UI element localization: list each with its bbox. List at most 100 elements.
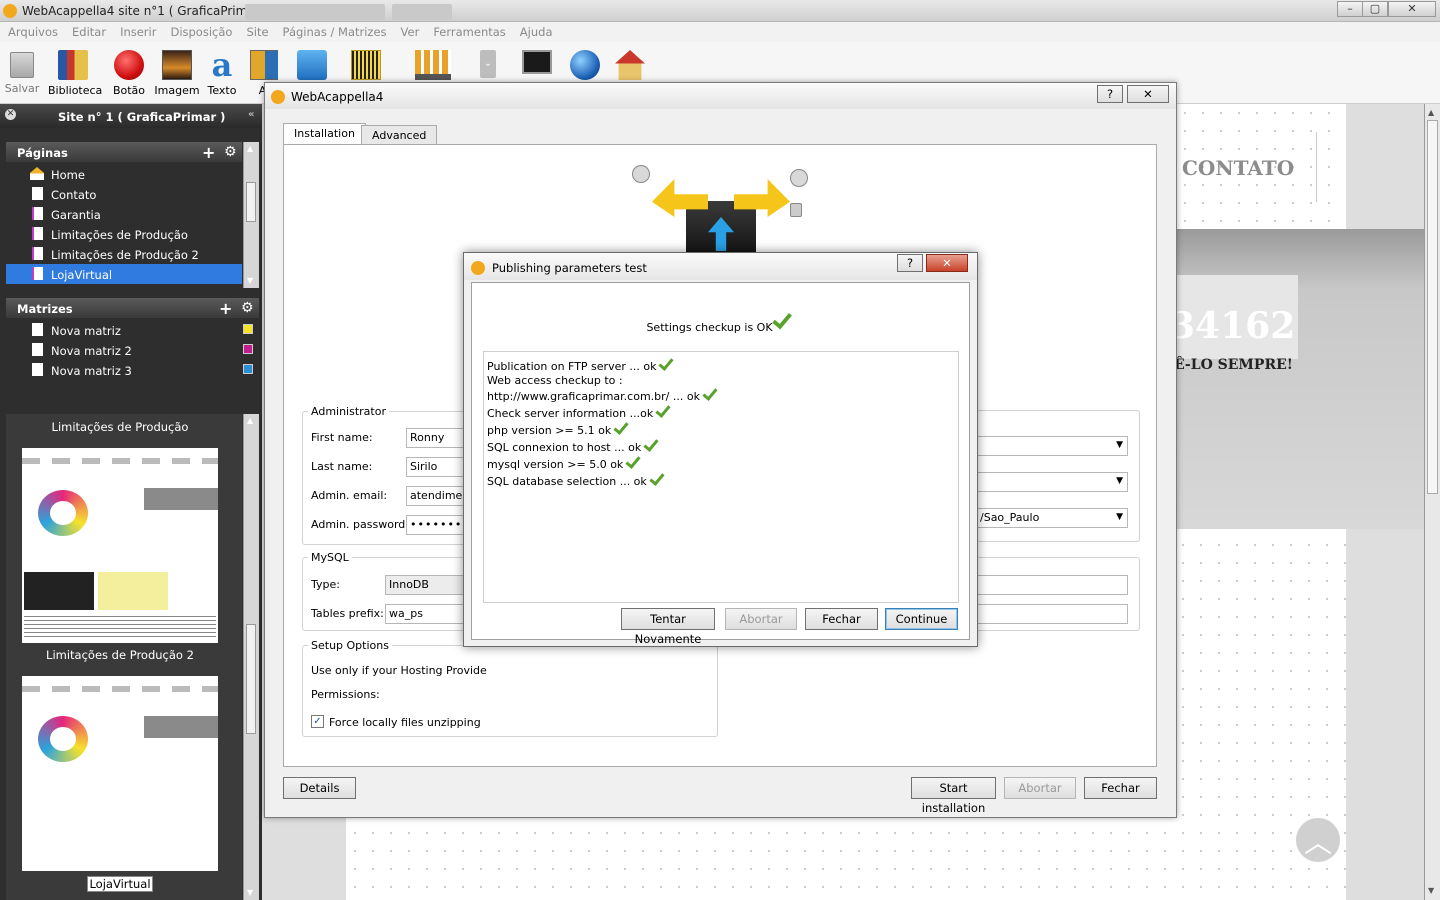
menu-paginas-matrizes[interactable]: Páginas / Matrizes — [275, 22, 393, 39]
tables-prefix-field[interactable]: wa_ps — [385, 604, 465, 624]
help-button[interactable]: ? — [897, 254, 923, 272]
help-button[interactable]: ? — [1097, 85, 1123, 103]
abort-button[interactable]: Abortar — [725, 608, 797, 630]
collapse-panel-icon[interactable]: « — [248, 109, 254, 120]
menu-site[interactable]: Site — [238, 22, 274, 39]
page-item-garantia[interactable]: Garantia — [6, 204, 242, 224]
scroll-thumb[interactable] — [1427, 120, 1438, 494]
app-logo-icon — [3, 4, 17, 18]
mysql-password-field[interactable] — [976, 604, 1128, 624]
start-installation-button[interactable]: Start installation — [911, 777, 996, 815]
thumb-banner — [144, 716, 218, 738]
retry-button[interactable]: Tentar Novamente — [621, 608, 715, 646]
inactive-tab[interactable] — [245, 4, 385, 20]
menu-ajuda[interactable]: Ajuda — [512, 22, 559, 39]
home-icon — [615, 50, 645, 80]
minimize-button[interactable]: – — [1337, 1, 1363, 17]
first-name-field[interactable]: Ronny — [406, 428, 466, 448]
password-field[interactable]: •••••••• — [406, 515, 466, 535]
menu-editar[interactable]: Editar — [64, 22, 112, 39]
log-line: mysql version >= 5.0 ok — [487, 458, 641, 471]
scroll-to-top-button[interactable]: ︿ — [1296, 818, 1340, 862]
image-tool-button[interactable]: Imagem — [154, 42, 200, 102]
page-thumbnail[interactable] — [22, 676, 218, 871]
scroll-down-icon[interactable]: ▼ — [247, 276, 253, 285]
menu-inserir[interactable]: Inserir — [112, 22, 162, 39]
thumbs-scrollbar[interactable]: ▲ ▼ — [243, 414, 259, 900]
scroll-thumb[interactable] — [246, 182, 256, 222]
thumb-text — [24, 616, 216, 640]
timezone-select[interactable]: /Sao_Paulo ▼ — [976, 508, 1128, 528]
server-select[interactable]: ▼ — [976, 436, 1128, 456]
master-item[interactable]: Nova matriz 2 — [6, 340, 259, 360]
save-tool-button[interactable]: Salvar — [4, 42, 40, 102]
details-button[interactable]: Details — [283, 777, 356, 799]
site-panel-header: ✕ Site n° 1 ( GraficaPrimar ) « — [0, 104, 262, 128]
library-tool-button[interactable]: Biblioteca — [48, 42, 102, 102]
continue-button[interactable]: Continue — [885, 608, 958, 630]
scroll-up-icon[interactable]: ▲ — [1428, 108, 1434, 117]
page-item-home[interactable]: Home — [6, 164, 242, 184]
log-line: Check server information ...ok — [487, 407, 671, 420]
master-color-swatch[interactable] — [243, 324, 253, 334]
page-icon — [32, 207, 43, 220]
maximize-button[interactable]: ▢ — [1362, 1, 1388, 17]
add-page-icon[interactable]: + — [202, 143, 215, 162]
menu-ferramentas[interactable]: Ferramentas — [425, 22, 511, 39]
log-line: Web access checkup to : — [487, 374, 623, 387]
site-title: Site n° 1 ( GraficaPrimar ) — [58, 110, 226, 124]
first-name-label: First name: — [311, 431, 373, 444]
scroll-up-icon[interactable]: ▲ — [247, 144, 253, 153]
tab-installation[interactable]: Installation — [283, 123, 366, 145]
scroll-up-icon[interactable]: ▲ — [247, 416, 253, 425]
inactive-tab[interactable] — [392, 4, 452, 20]
last-name-field[interactable]: Sirilo — [406, 457, 466, 477]
canvas-scrollbar[interactable]: ▲ ▼ — [1424, 104, 1440, 900]
page-icon — [32, 247, 43, 260]
mysql-host-field[interactable] — [976, 575, 1128, 595]
thumb-caption-selected[interactable]: LojaVirtual — [87, 876, 153, 892]
window-title: WebAcappella4 site n°1 ( GraficaPrimar ) — [22, 4, 269, 18]
master-item[interactable]: Nova matriz 3 — [6, 360, 259, 380]
banner-tagline: Ê-LO SEMPRE! — [1174, 357, 1293, 373]
scroll-down-icon[interactable]: ▼ — [1428, 886, 1434, 895]
master-item[interactable]: Nova matriz — [6, 320, 259, 340]
window-titlebar: WebAcappella4 site n°1 ( GraficaPrimar )… — [0, 0, 1440, 22]
page-settings-icon[interactable]: ⚙ — [224, 144, 237, 160]
menu-ver[interactable]: Ver — [393, 22, 426, 39]
force-unzip-checkbox[interactable]: ✓ — [311, 715, 324, 728]
text-tool-button[interactable]: a Texto — [204, 42, 240, 102]
install-box-icon — [630, 161, 810, 261]
abort-button[interactable]: Abortar — [1004, 777, 1076, 799]
close-panel-icon[interactable]: ✕ — [5, 109, 16, 120]
page-item-contato[interactable]: Contato — [6, 184, 242, 204]
mysql-type-select[interactable]: InnoDB — [385, 575, 465, 595]
page-item-limitacoes-2[interactable]: Limitações de Produção 2 — [6, 244, 242, 264]
close-button[interactable]: ✕ — [926, 254, 968, 272]
publish-test-dialog: Publishing parameters test ? ✕ Settings … — [463, 252, 978, 647]
nav-contato[interactable]: CONTATO — [1182, 156, 1294, 180]
master-settings-icon[interactable]: ⚙ — [241, 300, 254, 316]
email-field[interactable]: atendiment — [406, 486, 466, 506]
store-icon — [415, 50, 451, 80]
page-item-lojavirtual[interactable]: LojaVirtual — [6, 264, 242, 284]
close-button[interactable]: ✕ — [1388, 1, 1436, 17]
pages-scrollbar[interactable]: ▲ ▼ — [243, 142, 259, 288]
server-select-2[interactable]: ▼ — [976, 472, 1128, 492]
close-dialog-button[interactable]: Fechar — [805, 608, 878, 630]
scroll-thumb[interactable] — [246, 624, 256, 734]
pages-header: Páginas + ⚙ — [6, 142, 242, 162]
tab-advanced[interactable]: Advanced — [361, 125, 438, 145]
add-master-icon[interactable]: + — [219, 299, 232, 318]
publish-log[interactable]: Publication on FTP server ... ok Web acce… — [483, 351, 959, 603]
page-thumbnail[interactable] — [22, 448, 218, 643]
page-item-limitacoes[interactable]: Limitações de Produção — [6, 224, 242, 244]
master-color-swatch[interactable] — [243, 364, 253, 374]
close-button[interactable]: ✕ — [1127, 85, 1169, 103]
master-color-swatch[interactable] — [243, 344, 253, 354]
scroll-down-icon[interactable]: ▼ — [247, 888, 253, 897]
close-dialog-button[interactable]: Fechar — [1084, 777, 1157, 799]
button-tool-button[interactable]: Botão — [110, 42, 148, 102]
menu-arquivos[interactable]: Arquivos — [0, 22, 64, 39]
menu-disposicao[interactable]: Disposição — [162, 22, 238, 39]
